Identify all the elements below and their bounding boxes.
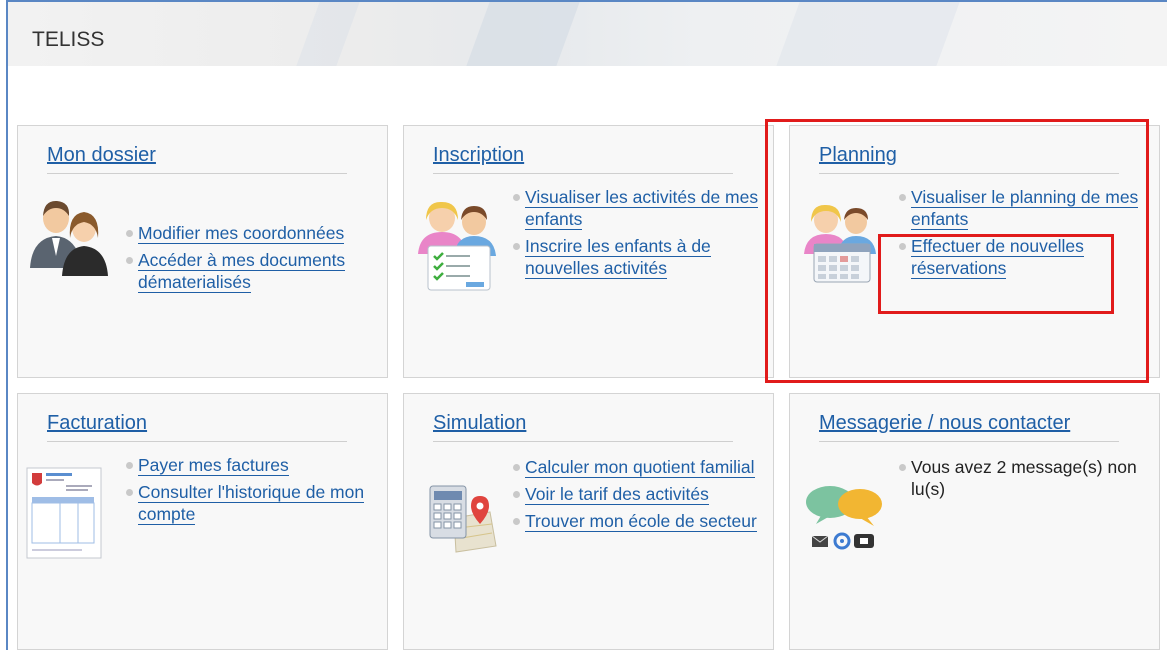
links-inscription: Visualiser les activités de mes enfants …	[511, 186, 766, 284]
list-item: Voir le tarif des activités	[511, 483, 766, 505]
parents-icon	[30, 200, 108, 276]
banner-decoration	[466, 2, 580, 66]
reservations-highlight-box	[878, 234, 1114, 314]
list-item: Accéder à mes documents dématerialisés	[124, 249, 384, 293]
children-checklist-icon	[418, 201, 496, 291]
inscrire-enfants-link[interactable]: Inscrire les enfants à de nouvelles acti…	[525, 236, 711, 279]
card-mon-dossier: Mon dossier Modifier mes coordonnées Acc…	[17, 125, 388, 378]
list-item: Modifier mes coordonnées	[124, 222, 384, 244]
links-facturation: Payer mes factures Consulter l'historiqu…	[124, 454, 384, 530]
links-simulation: Calculer mon quotient familial Voir le t…	[511, 456, 766, 537]
trouver-ecole-link[interactable]: Trouver mon école de secteur	[525, 511, 757, 532]
banner-decoration	[776, 2, 960, 66]
links-mon-dossier: Modifier mes coordonnées Accéder à mes d…	[124, 222, 384, 298]
card-title-mon-dossier[interactable]: Mon dossier	[47, 144, 347, 174]
unread-messages-text: Vous avez 2 message(s) non lu(s)	[911, 457, 1137, 499]
voir-tarif-link[interactable]: Voir le tarif des activités	[525, 484, 709, 505]
list-item: Visualiser les activités de mes enfants	[511, 186, 766, 230]
messagerie-info: Vous avez 2 message(s) non lu(s)	[897, 456, 1152, 505]
card-inscription: Inscription Visualiser les activités de …	[403, 125, 774, 378]
list-item: Payer mes factures	[124, 454, 384, 476]
consulter-historique-link[interactable]: Consulter l'historique de mon compte	[138, 482, 365, 525]
app-title: TELISS	[32, 28, 105, 51]
list-item: Trouver mon école de secteur	[511, 510, 766, 532]
list-item: Consulter l'historique de mon compte	[124, 481, 384, 525]
calculator-map-icon	[429, 485, 497, 553]
card-simulation: Simulation Calculer mon quotient familia…	[403, 393, 774, 650]
card-title-simulation[interactable]: Simulation	[433, 412, 733, 442]
chat-bubbles-icon	[806, 486, 882, 550]
card-messagerie: Messagerie / nous contacter Vous avez 2 …	[789, 393, 1160, 650]
list-item: Calculer mon quotient familial	[511, 456, 766, 478]
banner-decoration	[296, 2, 360, 66]
card-title-messagerie[interactable]: Messagerie / nous contacter	[819, 412, 1119, 442]
acceder-documents-link[interactable]: Accéder à mes documents dématerialisés	[138, 250, 346, 293]
list-item: Vous avez 2 message(s) non lu(s)	[897, 456, 1152, 500]
payer-factures-link[interactable]: Payer mes factures	[138, 455, 289, 476]
invoice-icon	[26, 467, 102, 559]
calculer-quotient-link[interactable]: Calculer mon quotient familial	[525, 457, 755, 478]
card-title-facturation[interactable]: Facturation	[47, 412, 347, 442]
visualiser-activites-link[interactable]: Visualiser les activités de mes enfants	[525, 187, 759, 230]
header-banner: TELISS	[8, 2, 1167, 66]
card-title-inscription[interactable]: Inscription	[433, 144, 733, 174]
card-facturation: Facturation Payer mes factures Consulter…	[17, 393, 388, 650]
list-item: Inscrire les enfants à de nouvelles acti…	[511, 235, 766, 279]
modifier-coordonnees-link[interactable]: Modifier mes coordonnées	[138, 223, 345, 244]
